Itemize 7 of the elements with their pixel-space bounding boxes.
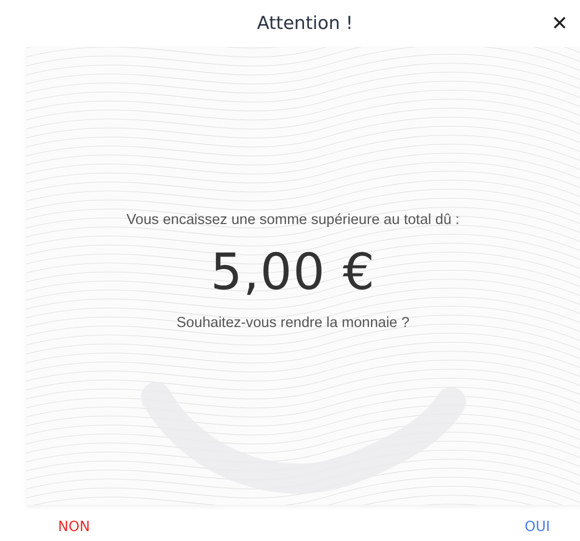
close-button[interactable]: ✕	[547, 9, 572, 37]
answer-button[interactable]: OUI	[520, 515, 554, 539]
answer-button[interactable]: NON	[54, 515, 94, 539]
amount-text: 5,00 €	[210, 243, 376, 301]
question-text: Souhaitez-vous rendre la monnaie ?	[176, 315, 410, 331]
dialog-title: Attention !	[256, 13, 353, 34]
message-text: Vous encaissez une somme supérieure au total dû :	[126, 212, 460, 228]
